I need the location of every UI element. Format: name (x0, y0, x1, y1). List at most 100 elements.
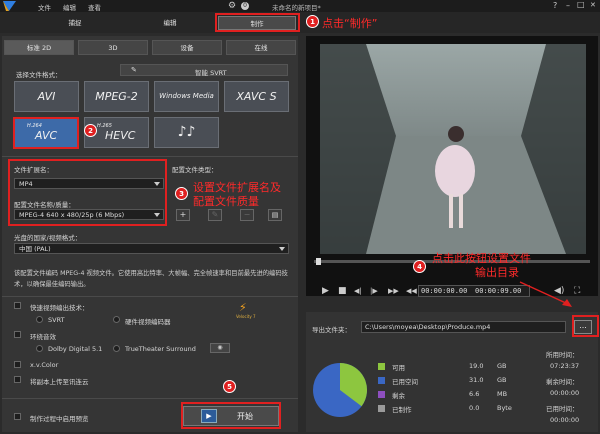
time-total: 00:00:09.00 (475, 287, 522, 295)
chevron-down-icon (279, 247, 285, 251)
surround-settings-icon[interactable]: ◉ (210, 343, 230, 353)
add-profile-button[interactable]: + (176, 209, 190, 221)
surround-label: 环绕音效 (30, 333, 56, 341)
menu-file[interactable]: 文件 (38, 2, 51, 12)
time-elapsed-value: 00:00:00 (550, 416, 580, 424)
legend-unit: MB (497, 390, 508, 398)
legend-unit: GB (497, 376, 507, 384)
disk-usage-pie (313, 363, 367, 417)
tab-edit[interactable]: 编辑 (150, 16, 190, 30)
prev-segment-icon[interactable]: ◀◀ (406, 287, 417, 295)
format-xavc-button[interactable]: XAVC S (224, 81, 289, 112)
step-badge-3: 3 (175, 187, 188, 200)
divider (2, 296, 298, 297)
dolby-radio[interactable] (36, 345, 43, 352)
annotation-quality: 配置文件质量 (193, 195, 259, 208)
smart-svrt-button[interactable]: ✎ 智能 SVRT (120, 64, 288, 77)
legend-value: 6.6 (469, 390, 480, 398)
legend-value: 19.0 (469, 362, 484, 370)
remove-profile-icon[interactable]: − (240, 209, 254, 221)
upload-checkbox[interactable] (14, 376, 21, 383)
output-folder-label: 导出文件夹： (312, 326, 351, 334)
svrt-icon: ✎ (131, 66, 137, 74)
fast-encode-label: 快速视频编出技术： (30, 304, 89, 312)
next-frame-icon[interactable]: |▶ (370, 287, 378, 295)
subtab-3d[interactable]: 3D (78, 40, 148, 55)
legend-value: 0.0 (469, 404, 480, 412)
time-used-value: 07:23:37 (550, 362, 580, 370)
edit-profile-icon[interactable]: ✎ (208, 209, 222, 221)
step-badge-2: 2 (84, 124, 97, 137)
fast-forward-icon[interactable]: ▶▶ (388, 287, 399, 295)
legend-swatch (378, 405, 385, 412)
velocity-logo: ⚡ Velocity 7 (236, 301, 260, 321)
time-elapsed-label: 已用时间： (546, 405, 579, 413)
subtab-online[interactable]: 在线 (226, 40, 296, 55)
app-logo-icon (3, 1, 16, 11)
time-left-label: 剩余时间： (546, 378, 579, 386)
close-button[interactable]: ✕ (590, 1, 596, 9)
legend-label: 已用空间 (392, 378, 418, 386)
step-badge-4: 4 (413, 260, 426, 273)
velocity-icon: ⚡ (239, 301, 247, 314)
annotation-output-b: 输出目录 (475, 266, 519, 279)
annotation-produce: 点击“制作” (322, 17, 378, 30)
output-path-field[interactable]: C:\Users\moyea\Desktop\Produce.mp4 (361, 321, 566, 333)
menu-edit[interactable]: 编辑 (63, 2, 76, 12)
legend-label: 已制作 (392, 406, 412, 414)
timeline-handle[interactable] (316, 258, 321, 265)
hevc-label: HEVC (105, 129, 136, 142)
fast-encode-checkbox[interactable] (14, 302, 21, 309)
gear-icon[interactable]: ⚙ (228, 1, 236, 11)
format-mpeg2-button[interactable]: MPEG-2 (84, 81, 149, 112)
legend-value: 31.0 (469, 376, 484, 384)
profile-description: 该配置文件编码 MPEG-4 视频文件。它使用高比特率、大帧幅、完全帧速率和目前… (14, 270, 288, 288)
legend-label: 剩余 (392, 392, 405, 400)
preview-during-label: 制作过程中启用预览 (30, 415, 89, 423)
tab-capture[interactable]: 捕捉 (55, 16, 95, 30)
menu-view[interactable]: 查看 (88, 2, 101, 12)
upload-label: 将副本上传至讯连云 (30, 378, 89, 386)
help-icon[interactable]: ? (553, 1, 557, 10)
xvcolor-checkbox[interactable] (14, 361, 21, 368)
preview-frame (320, 44, 586, 254)
divider (2, 156, 298, 157)
xvcolor-label: x.v.Color (30, 361, 59, 369)
step-badge-5: 5 (223, 380, 236, 393)
svrt-radio[interactable] (36, 316, 43, 323)
svrt-label: SVRT (48, 316, 65, 324)
format-avi-button[interactable]: AVI (14, 81, 79, 112)
hw-encoder-radio[interactable] (113, 316, 120, 323)
divider (2, 398, 298, 399)
notification-icon[interactable]: 0 (241, 2, 249, 10)
profile-info-icon[interactable]: ▤ (268, 209, 282, 221)
subtab-standard-2d[interactable]: 标准 2D (4, 40, 74, 55)
preview-during-checkbox[interactable] (14, 413, 21, 420)
step-badge-1: 1 (306, 15, 319, 28)
minimize-button[interactable]: – (566, 1, 570, 10)
play-icon[interactable]: ▶ (322, 286, 329, 296)
stop-icon[interactable]: ■ (338, 286, 347, 296)
legend-label: 可用 (392, 364, 405, 372)
truetheater-label: TrueTheater Surround (125, 345, 196, 353)
legend-unit: Byte (497, 404, 512, 412)
subtab-device[interactable]: 设备 (152, 40, 222, 55)
title-bar: 文件 编辑 查看 ⚙ 0 未命名的新项目* ? – □ ✕ (0, 0, 600, 12)
hw-encoder-label: 硬件视频编码器 (125, 318, 171, 326)
maximize-button[interactable]: □ (577, 0, 585, 9)
legend-unit: GB (497, 362, 507, 370)
surround-checkbox[interactable] (14, 331, 21, 338)
legend-swatch (378, 391, 385, 398)
fullscreen-icon[interactable]: ⛶ (574, 286, 580, 296)
time-used-label: 所用时间： (546, 351, 579, 359)
highlight-box-extension-profile (8, 159, 167, 226)
truetheater-radio[interactable] (113, 345, 120, 352)
format-wmv-button[interactable]: Windows Media (154, 81, 219, 112)
region-label: 光盘的国家/视频格式： (14, 234, 82, 242)
highlight-box-start (181, 402, 281, 429)
mode-tabs: 捕捉 编辑 制作 (0, 12, 600, 33)
format-audio-button[interactable]: ♪♪ (154, 117, 219, 148)
window-title: 未命名的新项目* (272, 4, 321, 12)
prev-frame-icon[interactable]: ◀| (354, 287, 362, 295)
region-select[interactable]: 中国 (PAL) (14, 243, 289, 254)
